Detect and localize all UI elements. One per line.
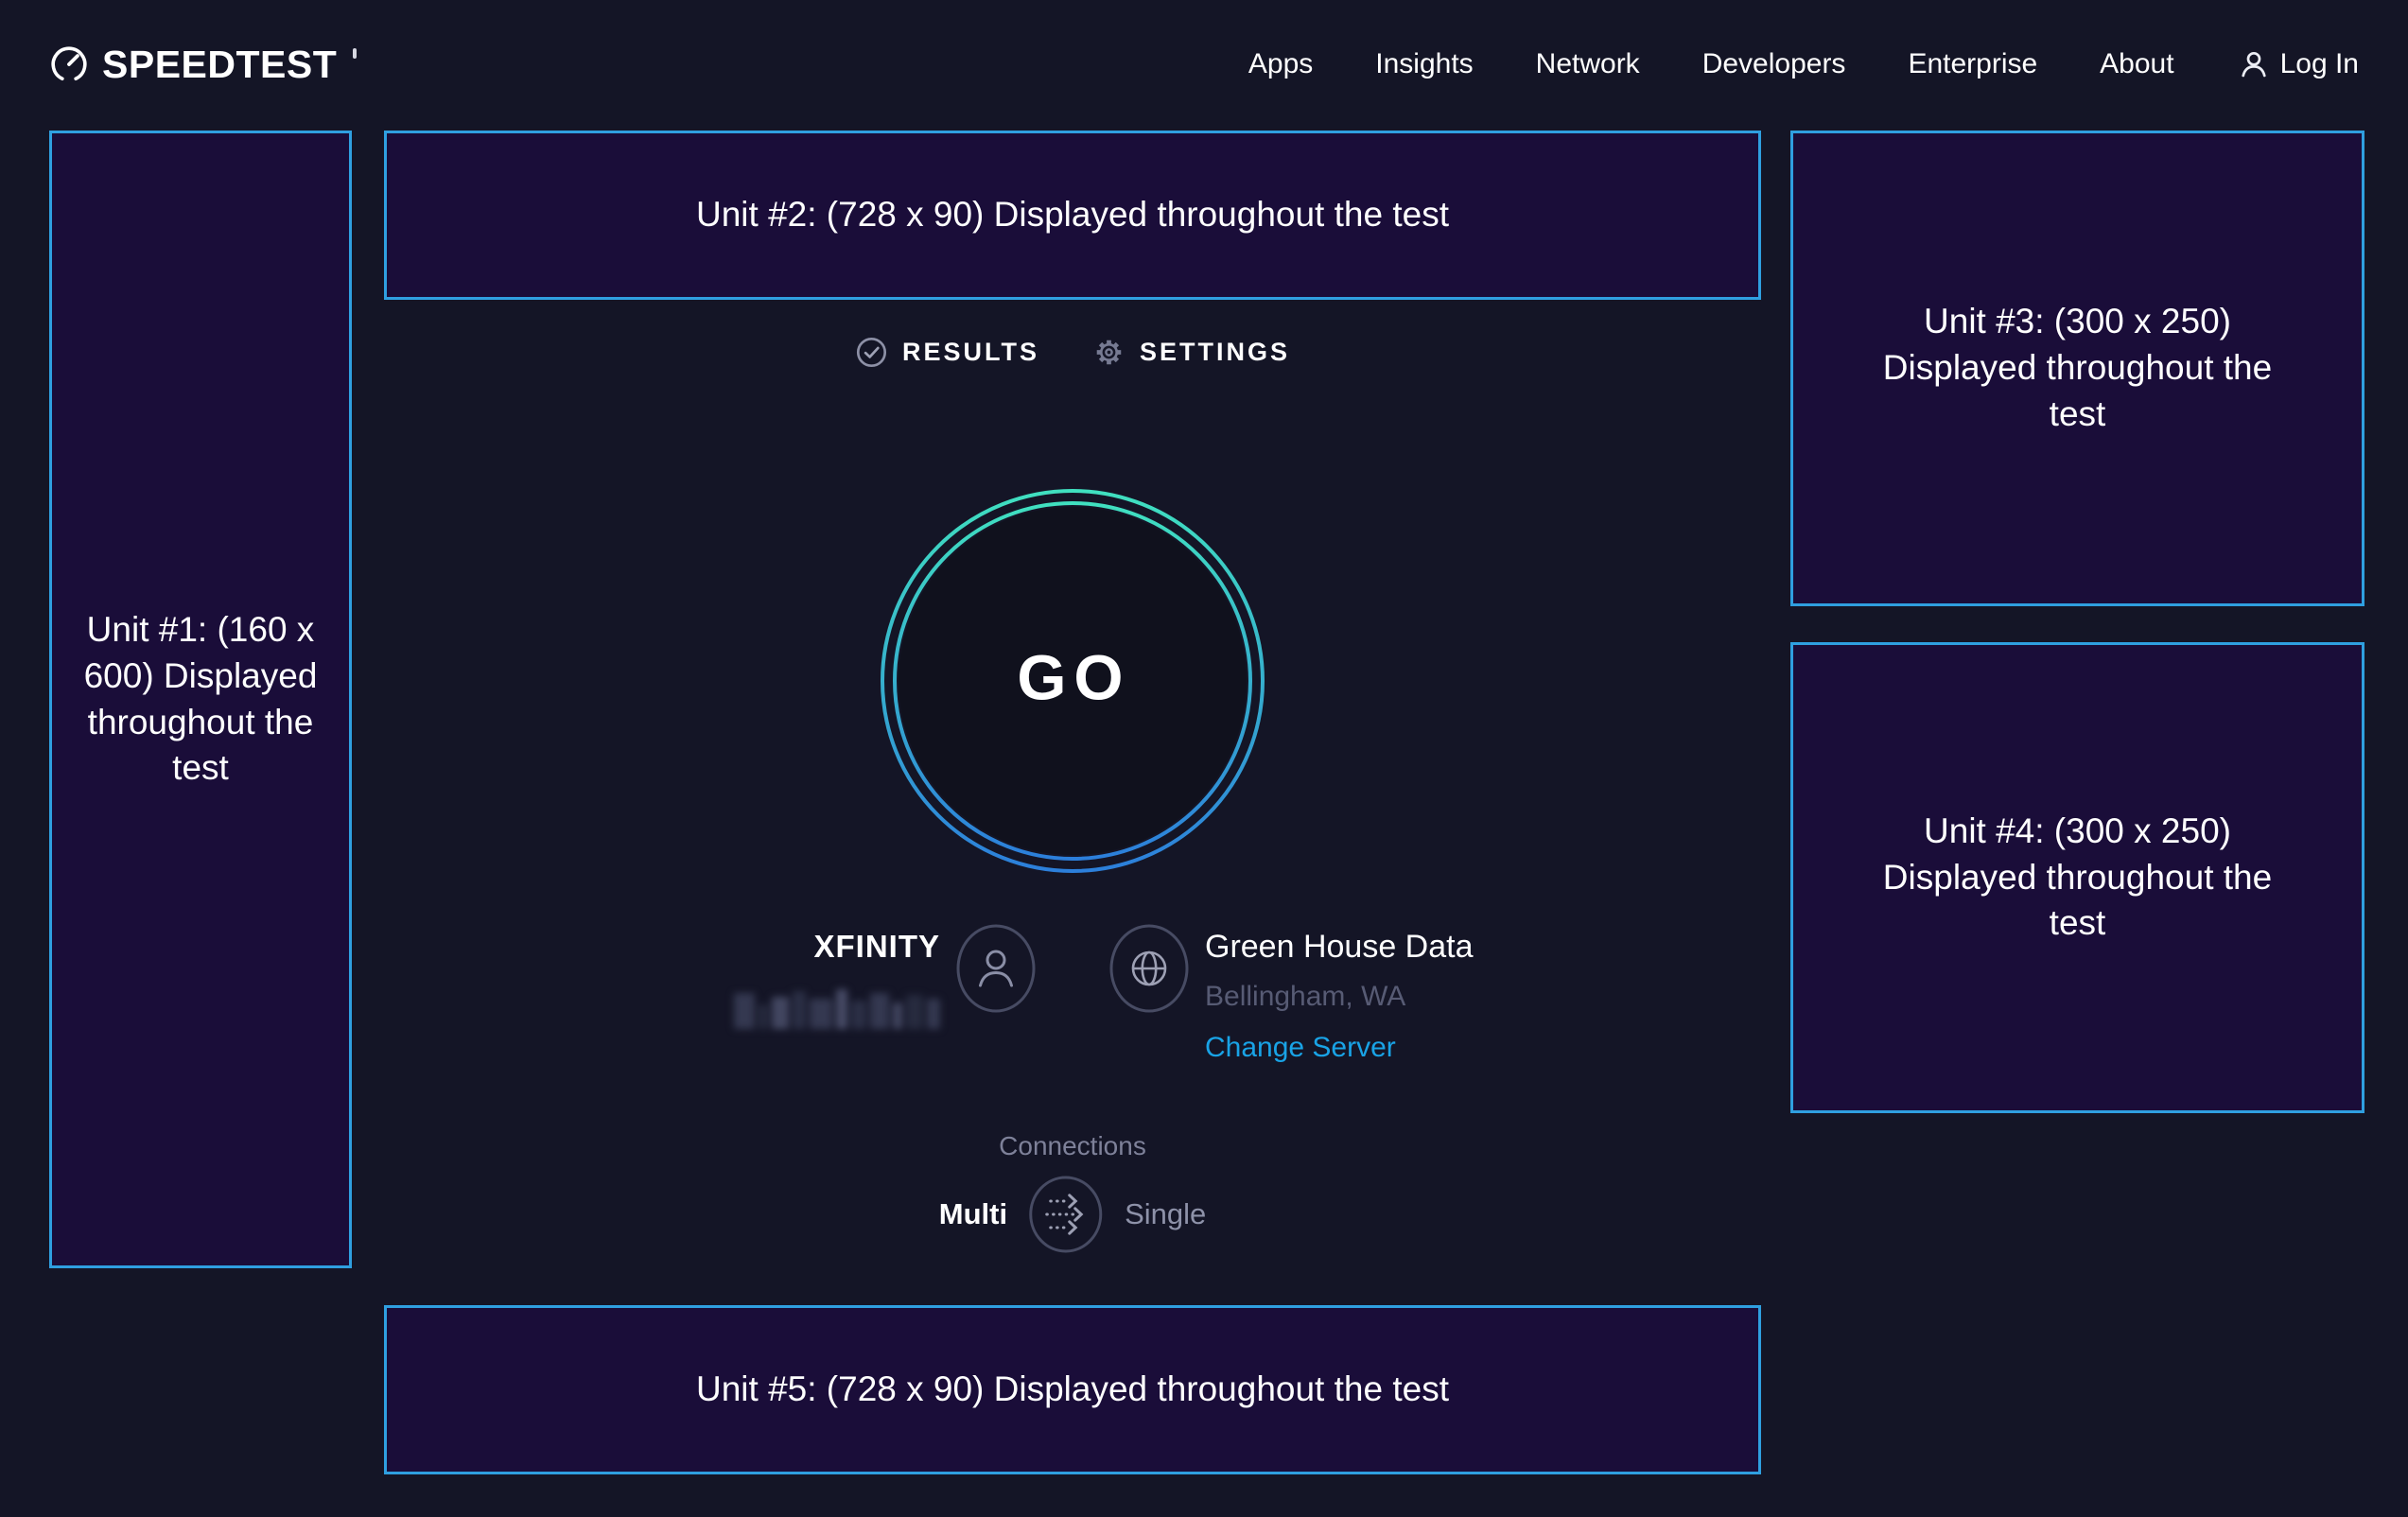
main-nav: Apps Insights Network Developers Enterpr… <box>1248 47 2359 81</box>
toggle-option-single[interactable]: Single <box>1125 1197 1206 1231</box>
go-button[interactable]: GO <box>876 484 1269 878</box>
ad-unit-text: Unit #4: (300 x 250) Displayed throughou… <box>1875 809 2281 947</box>
isp-name: XFINITY <box>813 927 940 967</box>
tab-settings[interactable]: SETTINGS <box>1092 336 1290 369</box>
connection-info-row: XFINITY Green House Data Bellingham, WA … <box>600 927 1545 1065</box>
login-label: Log In <box>2280 48 2359 80</box>
toggle-option-multi[interactable]: Multi <box>939 1197 1007 1231</box>
nav-item-network[interactable]: Network <box>1536 48 1640 80</box>
nav-item-enterprise[interactable]: Enterprise <box>1908 48 2037 80</box>
logo-text: SPEEDTEST <box>102 45 337 84</box>
ad-unit-text: Unit #3: (300 x 250) Displayed throughou… <box>1875 299 2281 437</box>
ad-unit-5-leaderboard: Unit #5: (728 x 90) Displayed throughout… <box>384 1305 1761 1474</box>
ad-unit-text: Unit #5: (728 x 90) Displayed throughout… <box>696 1367 1449 1413</box>
ad-unit-4-rectangle: Unit #4: (300 x 250) Displayed throughou… <box>1790 642 2364 1113</box>
ad-unit-1-skyscraper: Unit #1: (160 x 600) Displayed throughou… <box>49 131 352 1268</box>
server-block: Green House Data Bellingham, WA Change S… <box>1205 927 1545 1065</box>
top-nav-bar: SPEEDTEST Apps Insights Network Develope… <box>0 0 2408 129</box>
multi-connection-arrows-icon[interactable] <box>1028 1175 1104 1254</box>
ad-unit-text: Unit #2: (728 x 90) Displayed throughout… <box>696 192 1449 238</box>
nav-item-developers[interactable]: Developers <box>1702 48 1846 80</box>
view-tabs: RESULTS SETTINGS <box>855 336 1290 369</box>
user-icon <box>2237 47 2271 81</box>
nav-item-insights[interactable]: Insights <box>1375 48 1473 80</box>
connections-label: Connections <box>999 1131 1146 1161</box>
ip-address-redacted <box>734 985 940 1029</box>
change-server-link[interactable]: Change Server <box>1205 1031 1545 1065</box>
tab-results-label: RESULTS <box>902 338 1039 367</box>
tab-results[interactable]: RESULTS <box>855 336 1039 369</box>
ad-unit-3-rectangle: Unit #3: (300 x 250) Displayed throughou… <box>1790 131 2364 606</box>
server-location: Bellingham, WA <box>1205 980 1545 1014</box>
gauge-icon <box>49 44 89 84</box>
isp-user-circle-icon <box>955 923 1037 1014</box>
nav-item-about[interactable]: About <box>2100 48 2173 80</box>
tab-settings-label: SETTINGS <box>1140 338 1290 367</box>
ad-unit-2-leaderboard: Unit #2: (728 x 90) Displayed throughout… <box>384 131 1761 300</box>
check-circle-icon <box>855 336 888 369</box>
connections-toggle: Multi Single <box>939 1175 1207 1254</box>
server-name: Green House Data <box>1205 927 1545 967</box>
speedtest-page: SPEEDTEST Apps Insights Network Develope… <box>0 0 2408 1517</box>
trademark-mark <box>353 48 357 59</box>
speedtest-logo[interactable]: SPEEDTEST <box>49 44 357 84</box>
gear-icon <box>1092 336 1125 369</box>
nav-item-apps[interactable]: Apps <box>1248 48 1313 80</box>
isp-block: XFINITY <box>600 927 940 1029</box>
go-button-label: GO <box>1009 641 1130 714</box>
ad-unit-text: Unit #1: (160 x 600) Displayed throughou… <box>59 607 342 792</box>
server-globe-icon <box>1108 923 1190 1014</box>
login-button[interactable]: Log In <box>2237 47 2359 81</box>
